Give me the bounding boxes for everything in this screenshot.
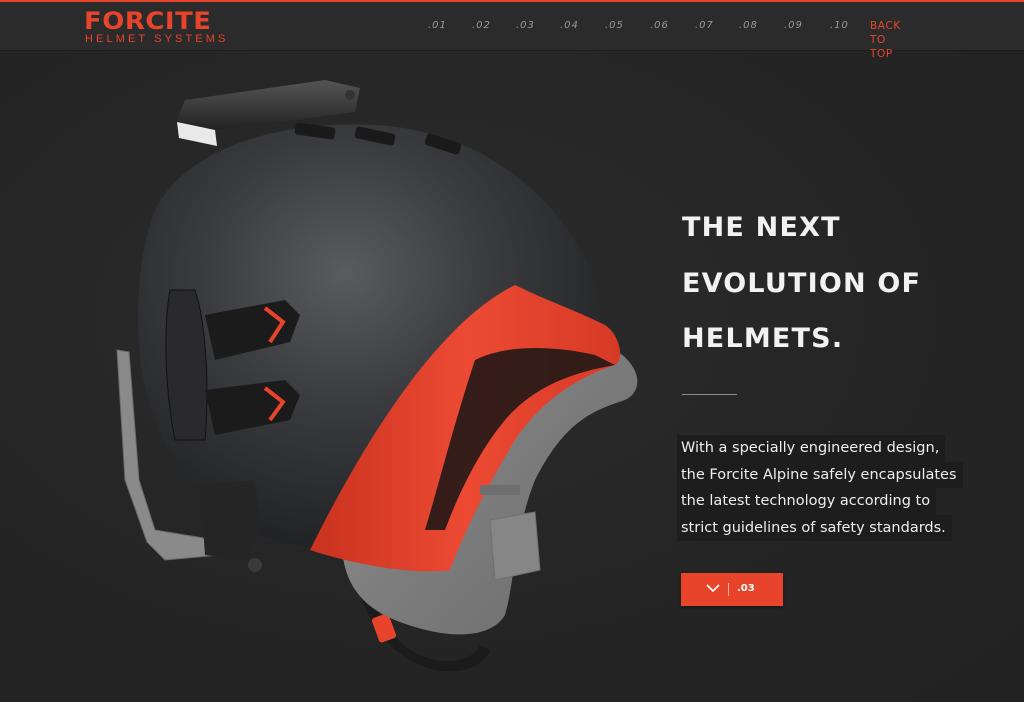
nav-item-09[interactable]: .09 xyxy=(784,19,803,33)
logo-tagline: HELMET SYSTEMS xyxy=(85,33,229,45)
nav-item-01[interactable]: .01 xyxy=(428,19,447,33)
next-section-button[interactable]: .03 xyxy=(681,573,783,606)
headline-line-1: THE NEXT xyxy=(682,212,841,243)
forcite-logo[interactable]: FORCITE HELMET SYSTEMS xyxy=(84,8,244,48)
headline-line-3: HELMETS. xyxy=(682,323,844,354)
helmet-image xyxy=(116,80,638,672)
nav-item-04[interactable]: .04 xyxy=(560,19,579,33)
nav-item-07[interactable]: .07 xyxy=(695,19,714,33)
nav-item-02[interactable]: .02 xyxy=(472,19,491,33)
top-nav-bar: FORCITE HELMET SYSTEMS .01 .02 .03 .04 .… xyxy=(0,0,1024,60)
nav-item-03[interactable]: .03 xyxy=(516,19,535,33)
headline-line-2: EVOLUTION OF xyxy=(682,267,922,299)
hero-description: With a specially engineered design, the … xyxy=(677,435,997,541)
description-line-3: the latest technology according to xyxy=(677,488,937,515)
divider xyxy=(682,394,737,395)
nav-item-08[interactable]: .08 xyxy=(739,19,758,33)
nav-item-06[interactable]: .06 xyxy=(650,19,669,33)
hero-headline: THE NEXT EVOLUTION OF HELMETS. xyxy=(682,200,1002,367)
description-line-1: With a specially engineered design, xyxy=(677,435,946,462)
logo-wordmark: FORCITE xyxy=(84,7,212,35)
next-section-label: .03 xyxy=(737,583,755,594)
nav-item-05[interactable]: .05 xyxy=(605,19,624,33)
back-to-top-link[interactable]: BACK TO TOP xyxy=(870,19,901,61)
nav-item-10[interactable]: .10 xyxy=(830,19,849,33)
chevron-down-icon xyxy=(706,584,720,593)
description-line-2: the Forcite Alpine safely encapsulates xyxy=(677,461,963,488)
button-separator xyxy=(728,583,729,596)
description-line-4: strict guidelines of safety standards. xyxy=(677,514,952,541)
page: FORCITE HELMET SYSTEMS .01 .02 .03 .04 .… xyxy=(0,0,1024,702)
